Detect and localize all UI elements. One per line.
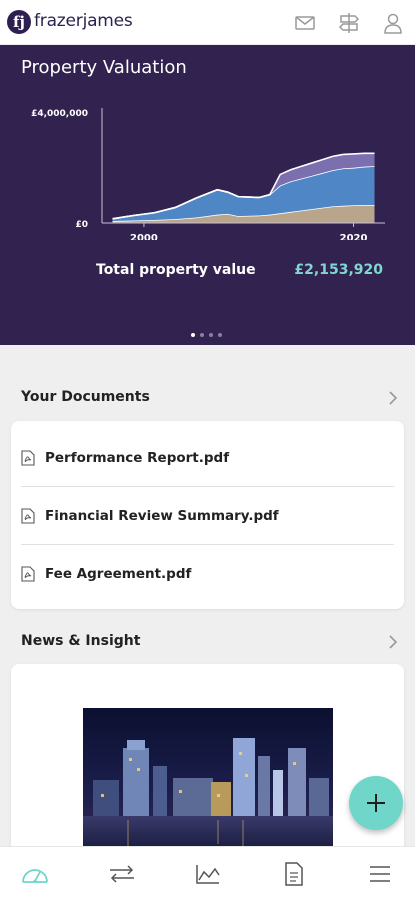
- user-icon[interactable]: [382, 12, 404, 34]
- document-icon: [285, 862, 303, 886]
- document-label: Financial Review Summary.pdf: [45, 507, 279, 524]
- chevron-right-icon[interactable]: [387, 391, 399, 405]
- logo-mark: fj: [7, 10, 31, 34]
- document-row-performance-report[interactable]: Performance Report.pdf: [21, 429, 394, 487]
- add-button[interactable]: [349, 776, 403, 830]
- dashboard-icon: [22, 869, 48, 883]
- menu-icon: [370, 866, 390, 882]
- carousel-dot[interactable]: [200, 333, 204, 337]
- document-row-fee-agreement[interactable]: Fee Agreement.pdf: [21, 545, 394, 602]
- mail-icon[interactable]: [294, 12, 316, 34]
- x-tick-label: 2000: [130, 233, 158, 240]
- nav-menu[interactable]: [365, 860, 395, 888]
- chart-icon: [196, 865, 220, 884]
- pdf-file-icon: [21, 507, 35, 524]
- nav-transfers[interactable]: [107, 860, 137, 888]
- pdf-file-icon: [21, 449, 35, 466]
- brand-name: frazerjames: [34, 11, 133, 31]
- y-tick-label: £0: [75, 220, 88, 230]
- signpost-icon[interactable]: [338, 12, 360, 34]
- nav-performance[interactable]: [193, 860, 223, 888]
- document-row-financial-review[interactable]: Financial Review Summary.pdf: [21, 487, 394, 545]
- y-tick-label: £4,000,000: [31, 109, 88, 119]
- nav-documents[interactable]: [279, 860, 309, 888]
- total-property-value-label: Total property value: [96, 262, 256, 278]
- bottom-navigation: [0, 846, 415, 901]
- app-header: fj frazerjames: [0, 0, 415, 45]
- property-valuation-panel[interactable]: Property Valuation £4,000,000 £0 2000 2020 …: [0, 45, 415, 345]
- news-section-title[interactable]: News & Insight: [21, 633, 140, 649]
- transfer-icon: [110, 865, 134, 883]
- carousel-dot[interactable]: [209, 333, 213, 337]
- property-value-chart: £4,000,000 £0 2000 2020: [31, 108, 385, 240]
- document-label: Performance Report.pdf: [45, 449, 230, 466]
- pdf-file-icon: [21, 565, 35, 582]
- documents-card: Performance Report.pdf Financial Review …: [11, 421, 404, 609]
- plus-icon: [367, 794, 385, 812]
- chevron-right-icon[interactable]: [387, 635, 399, 649]
- carousel-dot[interactable]: [191, 333, 195, 337]
- total-property-value: £2,153,920: [294, 262, 383, 278]
- news-card[interactable]: [11, 664, 404, 854]
- valuation-title: Property Valuation: [21, 57, 187, 78]
- carousel-dots[interactable]: [191, 333, 222, 337]
- x-tick-label: 2020: [340, 233, 368, 240]
- document-label: Fee Agreement.pdf: [45, 565, 192, 582]
- carousel-dot[interactable]: [218, 333, 222, 337]
- documents-section-title[interactable]: Your Documents: [21, 389, 150, 405]
- news-image-city-skyline: [83, 708, 333, 854]
- nav-dashboard[interactable]: [20, 860, 50, 888]
